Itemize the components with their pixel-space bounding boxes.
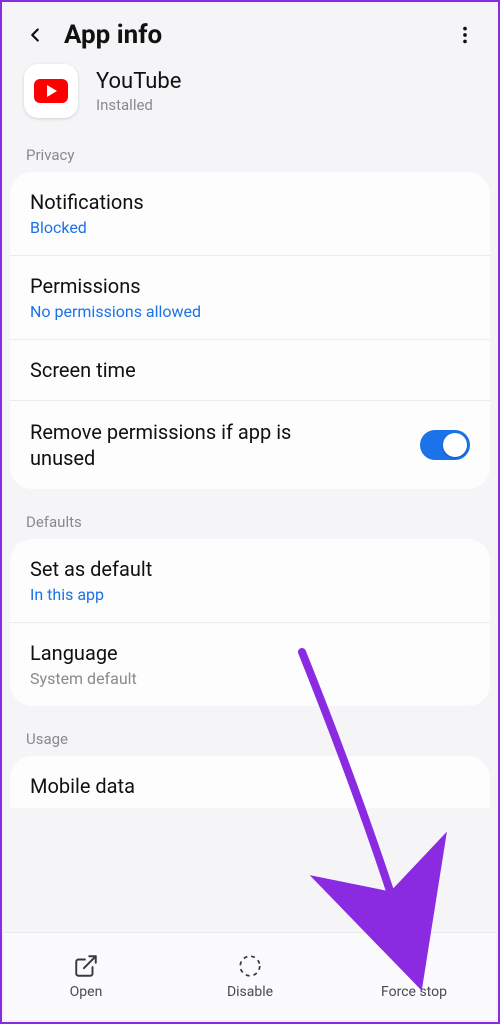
section-label-usage: Usage — [2, 724, 498, 756]
row-remove-permissions[interactable]: Remove permissions if app is unused — [10, 400, 490, 489]
row-notifications[interactable]: Notifications Blocked — [10, 172, 490, 255]
chevron-left-icon — [24, 24, 46, 46]
row-value: No permissions allowed — [30, 302, 470, 321]
row-title: Screen time — [30, 358, 470, 382]
row-language[interactable]: Language System default — [10, 622, 490, 706]
row-title: Mobile data — [30, 774, 470, 798]
overflow-menu-button[interactable] — [450, 20, 480, 50]
row-title: Permissions — [30, 274, 470, 298]
row-title: Language — [30, 641, 470, 665]
action-label: Force stop — [381, 984, 447, 1000]
open-button[interactable]: Open — [4, 933, 168, 1020]
back-button[interactable] — [20, 20, 50, 50]
open-external-icon — [73, 953, 99, 979]
youtube-icon — [24, 64, 78, 118]
row-value: Blocked — [30, 218, 470, 237]
prohibit-icon — [401, 953, 427, 979]
action-label: Disable — [227, 984, 273, 1000]
section-label-privacy: Privacy — [2, 140, 498, 172]
row-mobile-data[interactable]: Mobile data — [30, 774, 470, 798]
app-name: YouTube — [96, 69, 181, 94]
row-permissions[interactable]: Permissions No permissions allowed — [10, 255, 490, 339]
row-value: In this app — [30, 585, 470, 604]
row-set-default[interactable]: Set as default In this app — [10, 539, 490, 622]
app-install-status: Installed — [96, 96, 181, 114]
dashed-circle-icon — [237, 953, 263, 979]
disable-button[interactable]: Disable — [168, 933, 332, 1020]
section-label-defaults: Defaults — [2, 507, 498, 539]
row-value: System default — [30, 669, 470, 688]
force-stop-button[interactable]: Force stop — [332, 933, 496, 1020]
row-title: Notifications — [30, 190, 470, 214]
more-vert-icon — [454, 24, 476, 46]
row-title: Set as default — [30, 557, 470, 581]
row-screen-time[interactable]: Screen time — [10, 339, 490, 400]
remove-permissions-toggle[interactable] — [420, 430, 470, 460]
action-label: Open — [70, 984, 103, 1000]
page-title: App info — [64, 20, 436, 50]
app-identity: YouTube Installed — [2, 60, 498, 140]
row-title: Remove permissions if app is unused — [30, 419, 334, 471]
